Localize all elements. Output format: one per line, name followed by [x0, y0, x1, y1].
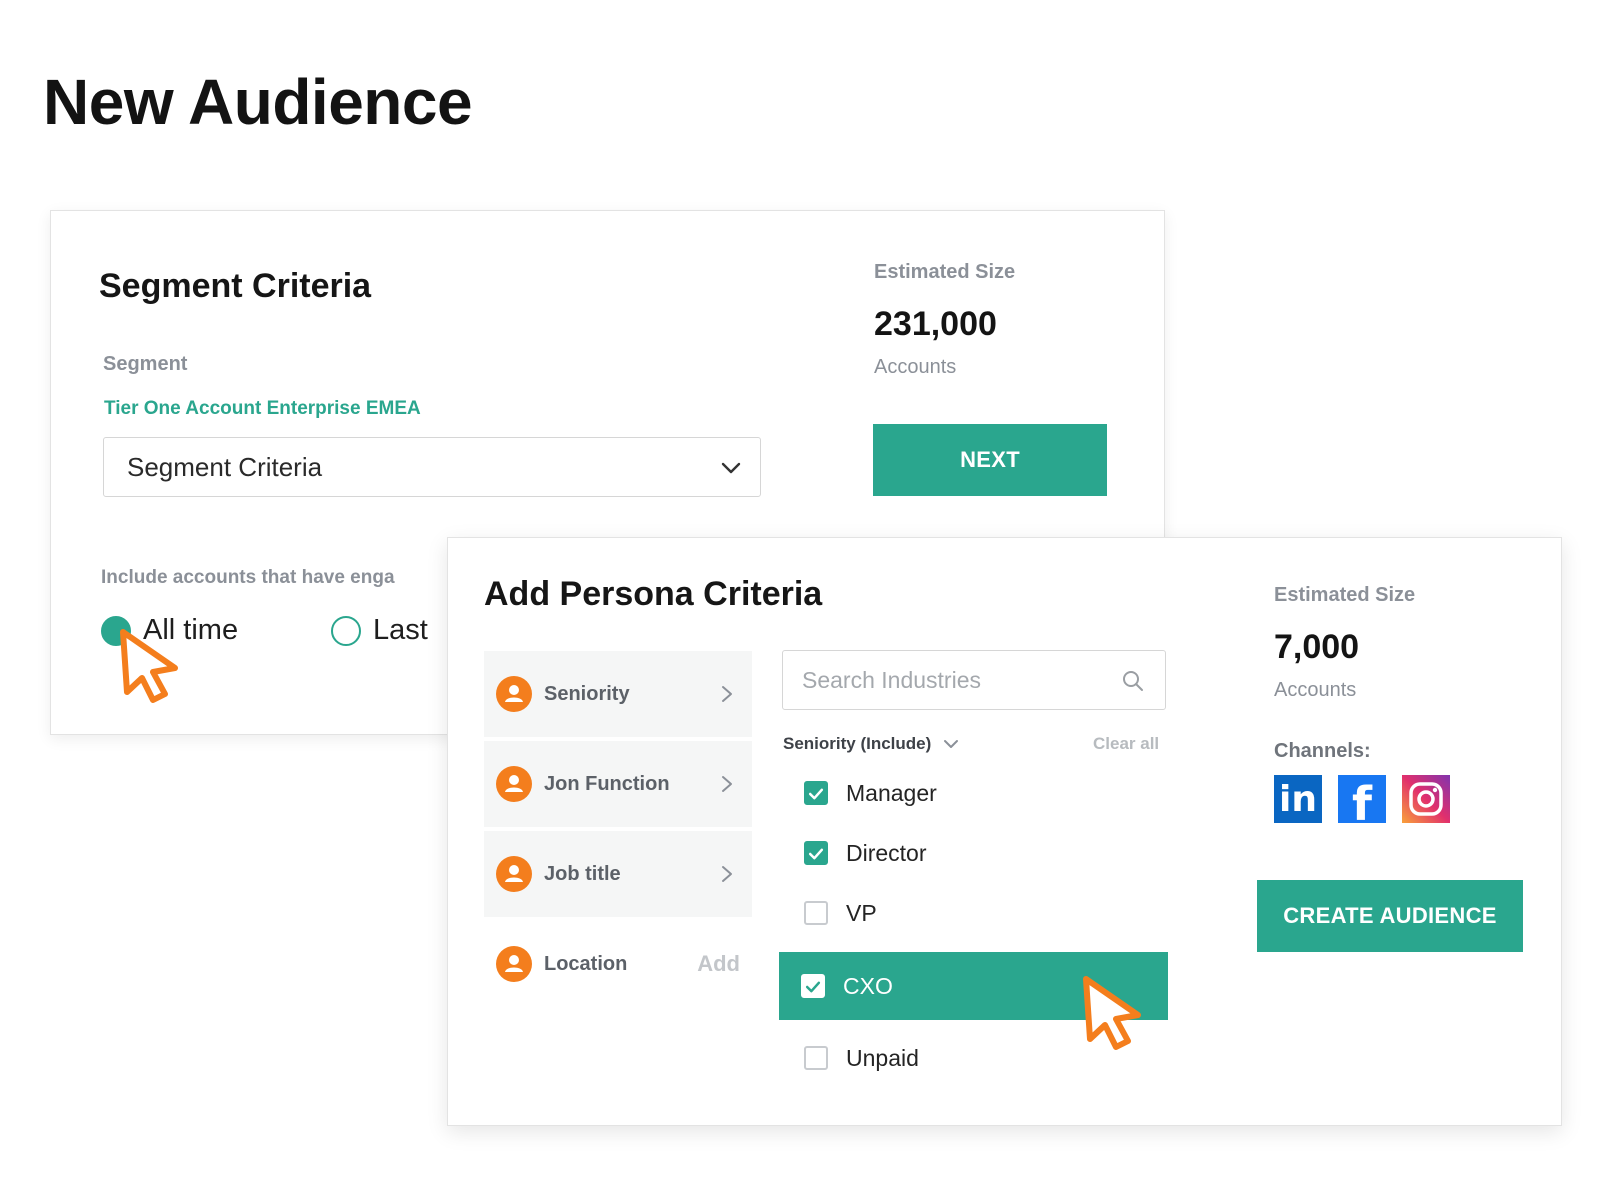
- create-audience-button[interactable]: CREATE AUDIENCE: [1257, 880, 1523, 952]
- option-label: Unpaid: [846, 1044, 919, 1071]
- segment-label: Segment: [103, 353, 188, 375]
- criteria-item-seniority[interactable]: Seniority: [484, 651, 752, 737]
- criteria-item-job-title[interactable]: Job title: [484, 831, 752, 917]
- search-placeholder: Search Industries: [802, 666, 981, 693]
- criteria-item-label: Location: [544, 952, 628, 975]
- location-add-link[interactable]: Add: [697, 951, 740, 977]
- option-label: Manager: [846, 779, 937, 806]
- criteria-item-location[interactable]: Location Add: [484, 921, 752, 1007]
- segment-estimated-unit: Accounts: [874, 356, 957, 378]
- criteria-item-label: Seniority: [544, 682, 630, 705]
- option-label: VP: [846, 899, 877, 926]
- criteria-item-label: Job title: [544, 862, 621, 885]
- seniority-filter-dropdown[interactable]: Seniority (Include): [783, 734, 959, 754]
- channels-label: Channels:: [1274, 740, 1371, 762]
- filter-heading: Seniority (Include): [783, 734, 932, 753]
- segment-card-title: Segment Criteria: [99, 267, 372, 305]
- segment-name-link[interactable]: Tier One Account Enterprise EMEA: [104, 398, 421, 420]
- checkbox-checked-icon[interactable]: [801, 974, 825, 998]
- clear-all-link[interactable]: Clear all: [1093, 734, 1159, 754]
- radio-last-control[interactable]: [331, 615, 361, 646]
- option-vp[interactable]: VP: [782, 888, 1168, 938]
- instagram-icon[interactable]: [1402, 775, 1450, 823]
- persona-criteria-card: Add Persona Criteria Seniority Jon Funct…: [447, 537, 1562, 1126]
- segment-estimated-label: Estimated Size: [874, 261, 1016, 283]
- include-accounts-label: Include accounts that have enga: [101, 567, 395, 588]
- option-label: CXO: [843, 972, 893, 999]
- cursor-arrow-icon: [120, 629, 178, 703]
- option-label: Director: [846, 839, 927, 866]
- person-icon: [496, 766, 532, 802]
- option-director[interactable]: Director: [782, 828, 1168, 878]
- segment-select[interactable]: Segment Criteria: [103, 437, 761, 497]
- chevron-down-icon: [721, 462, 741, 474]
- page-title: New Audience: [43, 66, 473, 138]
- chevron-down-icon: [944, 740, 959, 748]
- segment-select-value: Segment Criteria: [127, 451, 323, 482]
- checkbox-unchecked-icon[interactable]: [804, 901, 828, 925]
- persona-card-title: Add Persona Criteria: [484, 575, 823, 613]
- chevron-right-icon: [722, 776, 732, 792]
- person-icon: [496, 676, 532, 712]
- criteria-item-label: Jon Function: [544, 772, 670, 795]
- facebook-icon[interactable]: f: [1338, 775, 1386, 827]
- persona-estimated-value: 7,000: [1274, 628, 1360, 666]
- radio-last[interactable]: Last: [331, 614, 428, 647]
- next-button[interactable]: NEXT: [873, 424, 1107, 496]
- checkbox-checked-icon[interactable]: [804, 841, 828, 865]
- checkbox-checked-icon[interactable]: [804, 781, 828, 805]
- criteria-item-job-function[interactable]: Jon Function: [484, 741, 752, 827]
- persona-estimated-label: Estimated Size: [1274, 584, 1416, 606]
- persona-estimated-unit: Accounts: [1274, 679, 1357, 701]
- chevron-right-icon: [722, 866, 732, 882]
- search-industries-input[interactable]: Search Industries: [782, 650, 1166, 710]
- radio-last-label: Last: [373, 614, 428, 646]
- person-icon: [496, 946, 532, 982]
- person-icon: [496, 856, 532, 892]
- checkbox-unchecked-icon[interactable]: [804, 1046, 828, 1070]
- search-icon: [1123, 671, 1143, 691]
- option-manager[interactable]: Manager: [782, 768, 1168, 818]
- chevron-right-icon: [722, 686, 732, 702]
- linkedin-icon[interactable]: in: [1274, 775, 1322, 823]
- cursor-arrow-icon: [1083, 976, 1141, 1050]
- segment-estimated-value: 231,000: [874, 305, 997, 343]
